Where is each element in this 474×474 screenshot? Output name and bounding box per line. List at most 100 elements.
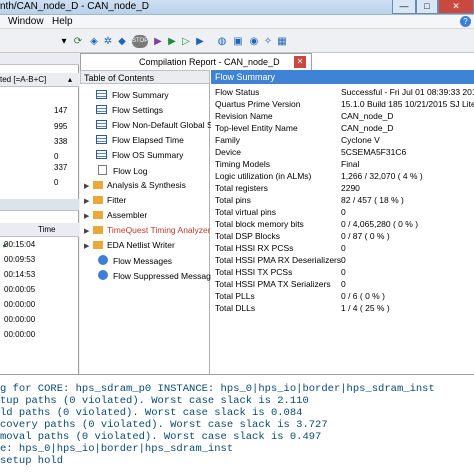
toc-item-assembler[interactable]: ▶ Assembler xyxy=(84,210,147,223)
summary-value: 5CSEMA5F31C6 xyxy=(341,147,407,157)
toc-item-analysis-synthesis[interactable]: ▶ Analysis & Synthesis xyxy=(84,180,186,193)
summary-row: Family Cyclone V xyxy=(215,135,474,147)
value-cell: 337 xyxy=(54,163,68,172)
time-cell: 00:00:00 xyxy=(4,330,36,339)
toc-label: Flow Log xyxy=(113,166,148,176)
help-icon[interactable]: ? xyxy=(460,16,471,27)
chip-icon[interactable]: ▣ xyxy=(232,35,244,48)
play-icon[interactable]: ▶ xyxy=(152,35,164,48)
toc-item-fitter[interactable]: ▶ Fitter xyxy=(84,195,126,208)
table-icon xyxy=(96,90,107,99)
toc-label: TimeQuest Timing Analyzer xyxy=(107,225,211,235)
toc-label: Flow Settings xyxy=(112,105,164,115)
stop-icon[interactable]: STOP xyxy=(132,35,148,48)
summary-row: Total DSP Blocks 0 / 87 ( 0 % ) xyxy=(215,231,474,243)
summary-value: Cyclone V xyxy=(341,135,380,145)
toc-item-flow-messages[interactable]: Flow Messages xyxy=(98,255,172,268)
toc-item-flow-suppressed[interactable]: Flow Suppressed Message xyxy=(98,270,216,283)
compass-icon[interactable]: ◈ xyxy=(88,35,100,48)
expand-arrow-icon[interactable]: ▶ xyxy=(84,227,93,235)
time-cell: 00:00:00 xyxy=(4,315,36,324)
expand-arrow-icon[interactable]: ▶ xyxy=(84,197,93,205)
compilation-report: Compilation Report - CAN_node_D ✕ Table … xyxy=(80,53,474,374)
toc-label: Flow Messages xyxy=(113,256,173,266)
summary-value: 15.1.0 Build 185 10/21/2015 SJ Lite Edit xyxy=(341,99,474,109)
report-tab-title: Compilation Report - CAN_node_D xyxy=(139,57,280,67)
globe-icon[interactable]: ◍ xyxy=(216,35,228,48)
value-cell: 147 xyxy=(54,106,68,115)
summary-value: 0 / 6 ( 0 % ) xyxy=(341,291,385,301)
menu-bar: Window Help ? xyxy=(0,15,474,29)
console-line: covery paths (0 violated). Worst case sl… xyxy=(0,419,328,431)
toc-label: Flow Non-Default Global Se xyxy=(112,120,218,130)
summary-row: Total PLLs 0 / 6 ( 0 % ) xyxy=(215,291,474,303)
flow-summary-panel: Flow Summary Flow Status Successful - Fri… xyxy=(211,70,474,374)
sort-icon[interactable]: ▴ xyxy=(68,75,72,84)
console-line: moval paths (0 violated). Worst case sla… xyxy=(0,431,322,443)
summary-row: Total HSSI TX PCSs 0 xyxy=(215,267,474,279)
close-icon[interactable]: ✕ xyxy=(294,56,306,68)
maximize-button[interactable]: □ xyxy=(416,0,438,14)
toc-item-flow-elapsed-time[interactable]: Flow Elapsed Time xyxy=(96,135,184,148)
time-cell: 00:00:05 xyxy=(4,285,36,294)
summary-value: 1 / 4 ( 25 % ) xyxy=(341,303,390,313)
step-icon[interactable]: ▷ xyxy=(180,35,192,48)
toc-item-flow-non-default[interactable]: Flow Non-Default Global Se xyxy=(96,120,217,133)
cog-icon[interactable]: ✲ xyxy=(102,35,114,48)
info-icon xyxy=(98,270,108,280)
fast-forward-icon[interactable]: ▶ xyxy=(166,35,178,48)
expand-arrow-icon[interactable]: ▶ xyxy=(84,212,93,220)
analyzer-icon[interactable]: ◉ xyxy=(248,35,260,48)
rotate-icon[interactable]: ⟳ xyxy=(72,35,84,48)
arrow-icon[interactable]: ◆ xyxy=(116,35,128,48)
summary-row: Total HSSI RX PCSs 0 xyxy=(215,243,474,255)
summary-key: Revision Name xyxy=(215,111,273,121)
table-icon[interactable]: ▦ xyxy=(276,35,288,48)
summary-key: Total HSSI RX PCSs xyxy=(215,243,294,253)
toc-item-flow-os-summary[interactable]: Flow OS Summary xyxy=(96,150,183,163)
summary-value: 0 / 4,065,280 ( 0 % ) xyxy=(341,219,419,229)
chevron-down-icon[interactable]: ▾ xyxy=(60,35,68,48)
toc-label: Fitter xyxy=(107,195,127,205)
folder-icon xyxy=(93,226,103,234)
folder-icon xyxy=(93,211,103,219)
search-icon[interactable]: ✧ xyxy=(262,35,274,48)
toc-item-flow-summary[interactable]: Flow Summary xyxy=(96,90,169,103)
tasks-header: ted [=A-B+C] ▴ xyxy=(0,73,79,87)
menu-help[interactable]: Help xyxy=(52,16,73,27)
left-panel: ted [=A-B+C] ▴ 147 995 338 0 337 0 Time … xyxy=(0,53,79,374)
toc-item-flow-settings[interactable]: Flow Settings xyxy=(96,105,163,118)
summary-key: Total PLLs xyxy=(215,291,255,301)
summary-key: Flow Status xyxy=(215,87,260,97)
summary-row: Top-level Entity Name CAN_node_D xyxy=(215,123,474,135)
toc-label: Flow Elapsed Time xyxy=(112,135,184,145)
table-icon xyxy=(96,135,107,144)
summary-key: Total HSSI PMA TX Serializers xyxy=(215,279,331,289)
status-toolbar xyxy=(0,199,79,211)
check-icon[interactable]: ▶ xyxy=(194,35,206,48)
summary-key: Family xyxy=(215,135,241,145)
time-cell: 00:00:00 xyxy=(4,300,36,309)
summary-key: Total HSSI TX PCSs xyxy=(215,267,293,277)
expand-arrow-icon[interactable]: ▶ xyxy=(84,182,93,190)
toc-item-flow-log[interactable]: Flow Log xyxy=(98,165,148,178)
summary-key: Top-level Entity Name xyxy=(215,123,298,133)
summary-row: Quartus Prime Version 15.1.0 Build 185 10… xyxy=(215,99,474,111)
value-cell: 0 xyxy=(54,152,59,161)
report-tab[interactable]: Compilation Report - CAN_node_D ✕ xyxy=(80,53,312,70)
toc-item-timequest[interactable]: ▶ TimeQuest Timing Analyzer xyxy=(84,225,211,238)
summary-key: Total DLLs xyxy=(215,303,256,313)
folder-icon xyxy=(93,196,103,204)
info-icon xyxy=(98,255,108,265)
minimize-button[interactable]: — xyxy=(392,0,416,14)
summary-key: Total pins xyxy=(215,195,251,205)
summary-row: Revision Name CAN_node_D xyxy=(215,111,474,123)
toc-header: Table of Contents xyxy=(80,70,210,84)
time-cell: 00:09:53 xyxy=(4,255,36,264)
summary-row: Total block memory bits 0 / 4,065,280 ( 0… xyxy=(215,219,474,231)
folder-icon xyxy=(93,241,103,249)
expand-arrow-icon[interactable]: ▶ xyxy=(84,242,93,250)
close-button[interactable]: ✕ xyxy=(438,0,474,14)
menu-window[interactable]: Window xyxy=(8,16,44,27)
toc-item-eda-netlist-writer[interactable]: ▶ EDA Netlist Writer xyxy=(84,240,175,253)
